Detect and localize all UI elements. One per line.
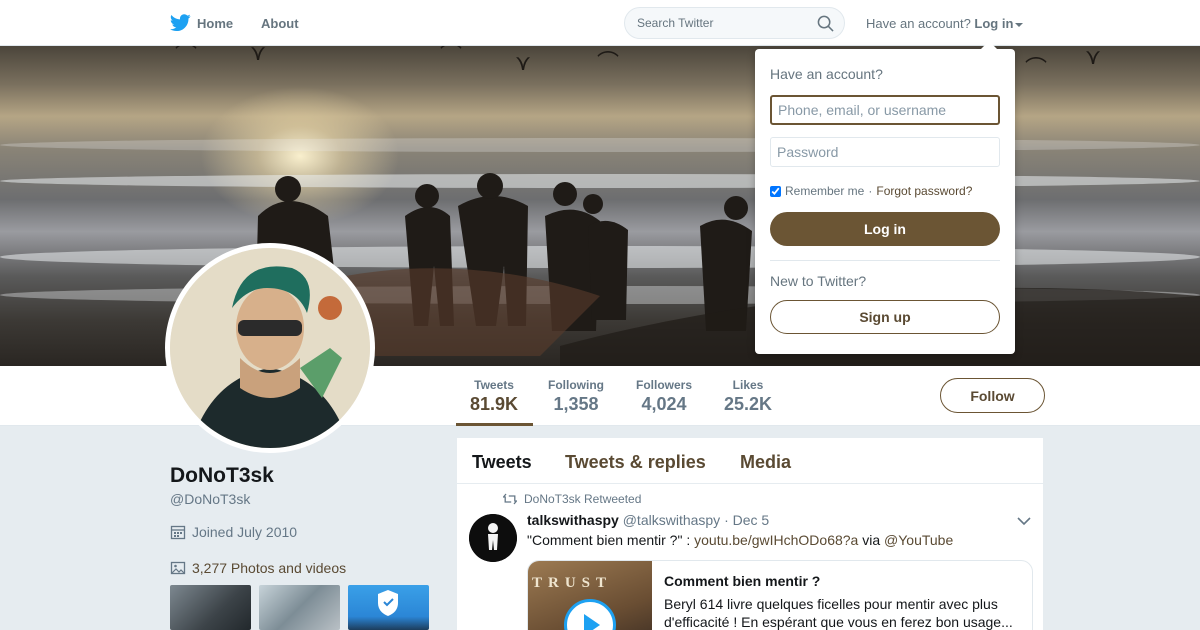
tweet-timeline: Tweets Tweets & replies Media DoNoT3sk R… [456,437,1045,630]
top-navigation-bar: Home About Have an account? Log in [0,0,1200,46]
seagull-icon: ⋎ [1085,46,1102,69]
home-nav-link[interactable]: Home [170,14,233,32]
stat-followers[interactable]: Followers 4,024 [636,378,692,415]
login-toggle-label: Log in [974,16,1014,31]
tweet-via: via [862,532,881,548]
stat-label: Followers [636,378,693,392]
card-thumbnail: TRUST [528,561,652,630]
card-title: Comment bien mentir ? [664,573,821,589]
tweet-date[interactable]: · Dec 5 [724,512,769,528]
stat-value: 81.9K [470,394,519,414]
login-dropdown-toggle[interactable]: Log in [974,16,1024,31]
tweet-link[interactable]: youtu.be/gwIHchODo68?a [694,532,858,548]
have-account-text: Have an account? [866,16,971,31]
profile-name: DoNoT3sk [170,464,274,487]
stat-tweets[interactable]: Tweets 81.9K [470,378,518,415]
joined-date: Joined July 2010 [170,524,297,540]
seagull-icon: ⋎ [250,46,267,65]
password-field[interactable] [770,137,1000,167]
timeline-tabs: Tweets Tweets & replies Media [457,438,1045,484]
remember-me-row: Remember me · Forgot password? [770,184,972,198]
home-label: Home [197,15,234,31]
tweet-author-handle[interactable]: @talkswithaspy [623,512,720,528]
seagull-icon: ⋎ [515,50,532,75]
photos-label: 3,277 Photos and videos [192,560,347,576]
photos-and-videos-link[interactable]: 3,277 Photos and videos [170,560,346,576]
tweet-text-prefix: "Comment bien mentir ?" : [527,532,691,548]
shield-icon [378,590,398,616]
stat-label: Following [548,378,604,392]
separator-dot: · [868,184,873,198]
tweet-mention[interactable]: @YouTube [884,532,953,548]
stat-likes[interactable]: Likes 25.2K [724,378,772,415]
card-thumbnail-text: TRUST [532,575,613,591]
username-field[interactable] [770,95,1000,125]
stat-following[interactable]: Following 1,358 [548,378,604,415]
caret-down-icon [1015,22,1024,27]
card-description: Beryl 614 livre quelques ficelles pour m… [664,596,1013,630]
media-thumbnail[interactable] [259,585,340,630]
active-stat-underline [456,423,533,426]
stat-value: 25.2K [724,394,773,414]
image-icon [170,561,186,575]
avatar-illustration [170,248,370,448]
about-nav-link[interactable]: About [261,16,299,31]
profile-avatar[interactable] [165,243,375,453]
profile-handle: @DoNoT3sk [170,491,251,507]
tab-media[interactable]: Media [740,452,791,473]
seagull-icon: ⌒ [1025,56,1048,81]
seagull-icon: ⌒ [175,46,198,67]
account-prompt: Have an account? Log in [866,16,1024,31]
link-preview-card[interactable]: TRUST Comment bien mentir ? Beryl 614 li… [527,560,1033,630]
stat-value: 4,024 [641,394,687,414]
chevron-down-icon[interactable] [1017,516,1031,526]
person-silhouette-icon [469,514,517,562]
tweet-author-name[interactable]: talkswithaspy [527,512,619,528]
retweet-context: DoNoT3sk Retweeted [503,492,641,506]
remember-me-checkbox[interactable] [770,185,781,197]
forgot-password-link[interactable]: Forgot password? [876,184,972,198]
play-icon[interactable] [564,599,616,630]
tweet-text: "Comment bien mentir ?" : youtu.be/gwIHc… [527,532,953,548]
login-dropdown-title: Have an account? [770,66,883,82]
tab-tweets-and-replies[interactable]: Tweets & replies [565,452,706,473]
joined-text: Joined July 2010 [192,524,298,540]
retweet-icon [503,493,517,505]
tweet-header: talkswithaspy @talkswithaspy · Dec 5 [527,512,769,528]
stat-label: Likes [732,378,764,392]
seagull-icon: ⌒ [440,46,463,67]
media-thumbnail[interactable] [348,585,429,630]
retweet-note[interactable]: DoNoT3sk Retweeted [524,492,641,506]
login-button[interactable]: Log in [770,212,1000,246]
tweet-author-avatar[interactable] [469,514,517,562]
media-thumbnail[interactable] [170,585,251,630]
stat-value: 1,358 [553,394,599,414]
remember-me-label[interactable]: Remember me [785,184,864,198]
tab-tweets[interactable]: Tweets [472,452,532,473]
stat-label: Tweets [474,378,514,392]
signup-button[interactable]: Sign up [770,300,1000,334]
twitter-bird-icon [170,14,191,32]
seagull-icon: ⌒ [597,50,620,75]
search-box [624,7,845,39]
follow-button[interactable]: Follow [940,378,1045,413]
new-to-twitter-text: New to Twitter? [770,273,867,289]
search-icon[interactable] [817,15,834,32]
login-dropdown: Have an account? Remember me · Forgot pa… [755,41,1015,354]
calendar-icon [170,525,186,540]
search-input[interactable] [637,16,807,30]
divider [770,260,1000,261]
